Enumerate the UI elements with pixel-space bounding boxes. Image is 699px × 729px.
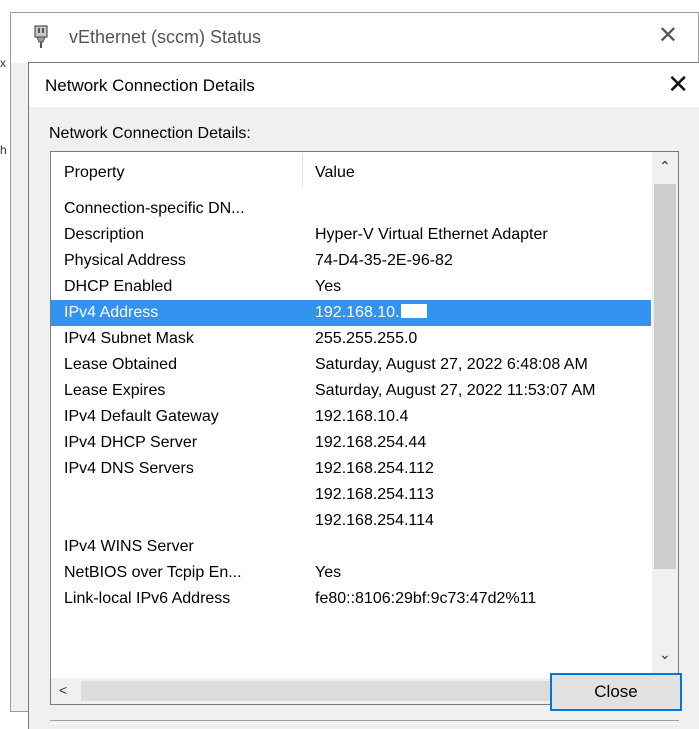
table-row[interactable]: 192.168.254.113 (51, 482, 651, 508)
details-listview[interactable]: Property Value Connection-specific DN...… (50, 151, 679, 705)
table-row[interactable]: Link-local IPv6 Address fe80::8106:29bf:9… (51, 586, 651, 612)
dialog-titlebar: Network Connection Details ✕ (29, 63, 699, 107)
column-separator[interactable] (302, 154, 303, 188)
value-cell: 74-D4-35-2E-96-82 (315, 252, 651, 270)
table-row[interactable]: 192.168.254.114 (51, 508, 651, 534)
value-text: Saturday, August 27, 2022 11:53:07 AM (315, 382, 596, 399)
property-cell: DHCP Enabled (64, 278, 173, 295)
table-row[interactable]: IPv4 DHCP Server 192.168.254.44 (51, 430, 651, 456)
table-row[interactable]: IPv4 Default Gateway 192.168.10.4 (51, 404, 651, 430)
scroll-left-arrow-icon[interactable]: < (59, 682, 67, 698)
close-button[interactable]: Close (550, 673, 682, 711)
value-cell: 192.168.254.44 (315, 434, 651, 452)
background-titlebar: vEthernet (sccm) Status ✕ (11, 13, 698, 63)
network-adapter-icon (33, 25, 49, 54)
value-cell: 192.168.254.112 (315, 460, 651, 478)
value-text: 192.168.254.112 (315, 460, 434, 477)
value-cell: Hyper-V Virtual Ethernet Adapter (315, 226, 651, 244)
value-text: 192.168.254.114 (315, 512, 434, 529)
property-cell: IPv4 Subnet Mask (64, 330, 194, 347)
value-cell: Yes (315, 278, 651, 296)
table-row[interactable]: NetBIOS over Tcpip En... Yes (51, 560, 651, 586)
property-cell: Lease Expires (64, 382, 166, 399)
scroll-down-arrow-icon[interactable]: ⌄ (659, 646, 671, 663)
table-row[interactable]: Lease Expires Saturday, August 27, 2022 1… (51, 378, 651, 404)
background-window-title: vEthernet (sccm) Status (69, 27, 262, 47)
table-row[interactable]: Connection-specific DN... (51, 196, 651, 222)
property-cell: Lease Obtained (64, 356, 177, 373)
scroll-up-arrow-icon[interactable]: ⌃ (659, 158, 671, 175)
value-cell: 192.168.254.113 (315, 486, 651, 504)
table-row[interactable]: Lease Obtained Saturday, August 27, 2022 … (51, 352, 651, 378)
value-cell: 192.168.10.4 (315, 408, 651, 426)
value-text: 192.168.254.113 (315, 486, 434, 503)
close-icon[interactable]: ✕ (667, 69, 689, 100)
network-connection-details-dialog: Network Connection Details ✕ Network Con… (28, 62, 699, 729)
table-row[interactable]: IPv4 Address 192.168.10. (51, 300, 651, 326)
value-text: Yes (315, 564, 342, 581)
vertical-scroll-thumb[interactable] (654, 184, 676, 569)
value-cell: Saturday, August 27, 2022 6:48:08 AM (315, 356, 651, 374)
redaction-block (400, 304, 427, 318)
list-header: Property Value (51, 152, 651, 192)
column-header-property[interactable]: Property (64, 164, 124, 182)
group-label: Network Connection Details: (49, 125, 251, 142)
value-text: 192.168.10.4 (315, 408, 409, 425)
property-cell: Connection-specific DN... (64, 200, 245, 217)
value-text: 192.168.10. (315, 304, 400, 321)
value-cell: fe80::8106:29bf:9c73:47d2%11 (315, 590, 651, 608)
property-cell: IPv4 Address (64, 304, 159, 321)
edge-mark-1: x (0, 56, 6, 70)
property-cell: IPv4 DNS Servers (64, 460, 194, 477)
value-text: 255.255.255.0 (315, 330, 418, 347)
table-row[interactable]: IPv4 Subnet Mask 255.255.255.0 (51, 326, 651, 352)
table-row[interactable]: IPv4 WINS Server (51, 534, 651, 560)
background-close-icon[interactable]: ✕ (658, 21, 678, 50)
value-cell: 192.168.254.114 (315, 512, 651, 530)
value-cell: Saturday, August 27, 2022 11:53:07 AM (315, 382, 651, 400)
value-text: Hyper-V Virtual Ethernet Adapter (315, 226, 548, 243)
divider (50, 720, 679, 724)
table-row[interactable]: IPv4 DNS Servers 192.168.254.112 (51, 456, 651, 482)
table-row[interactable]: Physical Address 74-D4-35-2E-96-82 (51, 248, 651, 274)
value-cell: Yes (315, 564, 651, 582)
dialog-title: Network Connection Details (45, 76, 255, 95)
value-text: Saturday, August 27, 2022 6:48:08 AM (315, 356, 588, 373)
column-header-value[interactable]: Value (315, 164, 355, 182)
horizontal-scroll-thumb[interactable] (81, 681, 621, 701)
property-cell: NetBIOS over Tcpip En... (64, 564, 242, 581)
table-row[interactable]: DHCP Enabled Yes (51, 274, 651, 300)
vertical-scrollbar[interactable]: ⌃ ⌄ (652, 152, 678, 680)
property-cell: Link-local IPv6 Address (64, 590, 231, 607)
value-text: fe80::8106:29bf:9c73:47d2%11 (315, 590, 537, 607)
value-text: 192.168.254.44 (315, 434, 427, 451)
value-text: Yes (315, 278, 342, 295)
table-row[interactable]: Description Hyper-V Virtual Ethernet Adap… (51, 222, 651, 248)
value-cell: 255.255.255.0 (315, 330, 651, 348)
property-cell: IPv4 Default Gateway (64, 408, 219, 425)
property-cell: Physical Address (64, 252, 186, 269)
edge-mark-2: h (0, 143, 7, 157)
property-cell: IPv4 WINS Server (64, 538, 194, 555)
property-cell: IPv4 DHCP Server (64, 434, 198, 451)
property-cell: Description (64, 226, 145, 243)
value-cell: 192.168.10. (315, 304, 651, 322)
value-text: 74-D4-35-2E-96-82 (315, 252, 453, 269)
